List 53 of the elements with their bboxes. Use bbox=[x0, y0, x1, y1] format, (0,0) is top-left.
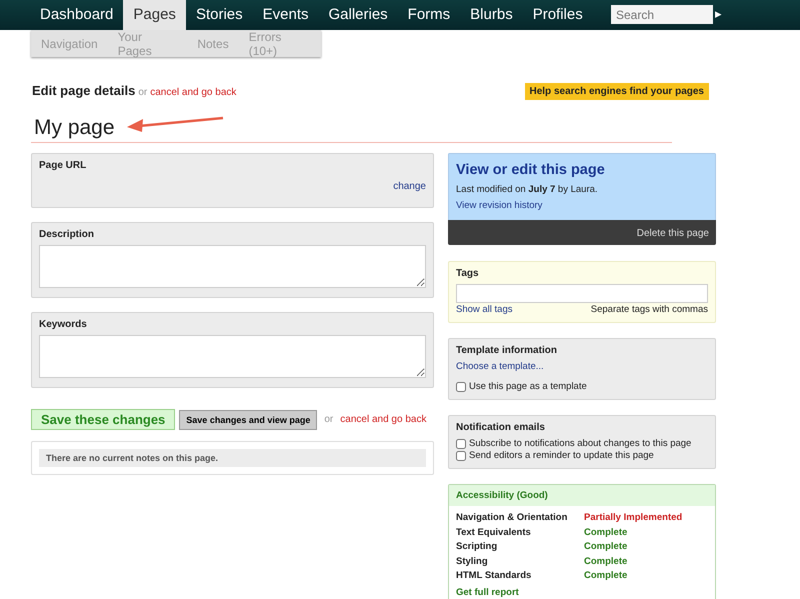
or-text: or bbox=[138, 87, 148, 98]
template-label: Template information bbox=[456, 345, 558, 356]
save-view-button[interactable]: Save changes and view page bbox=[179, 410, 318, 430]
criterion-status: Complete bbox=[584, 540, 628, 554]
criterion-status: Partially Implemented bbox=[584, 511, 682, 525]
search-go-button[interactable]: ▸ bbox=[712, 6, 725, 21]
help-button[interactable]: Help search engines find your pages bbox=[524, 82, 709, 100]
criterion-status: Complete bbox=[584, 569, 628, 583]
cancel-link[interactable]: cancel and go back bbox=[150, 87, 236, 98]
tags-field[interactable] bbox=[456, 284, 708, 303]
nav-tab[interactable]: Events bbox=[252, 0, 318, 30]
nav-tab[interactable]: Pages bbox=[123, 0, 186, 30]
checkbox-label: Use this page as a template bbox=[469, 381, 587, 392]
nav-tab[interactable]: Blurbs bbox=[460, 0, 523, 30]
view-title: View or edit this page bbox=[456, 162, 606, 178]
choose-template-link[interactable]: Choose a template... bbox=[456, 361, 708, 372]
section-heading: Edit page details bbox=[32, 83, 136, 98]
criterion-name: Styling bbox=[456, 554, 489, 568]
or-text: or bbox=[324, 414, 334, 425]
tags-hint: Separate tags with commas bbox=[590, 304, 708, 315]
criterion-status: Complete bbox=[584, 554, 628, 568]
nav-tab[interactable]: Galleries bbox=[318, 0, 398, 30]
checkbox-label: Send editors a reminder to update this page bbox=[469, 450, 654, 461]
criterion-name: Scripting bbox=[456, 540, 498, 554]
nav-tab[interactable]: Dashboard bbox=[30, 0, 124, 30]
criterion-name: Text Equivalents bbox=[456, 526, 532, 540]
search-field[interactable]: Search bbox=[611, 5, 713, 24]
show-tags-link[interactable]: Show all tags bbox=[456, 304, 513, 315]
notes-message: There are no current notes on this page. bbox=[39, 449, 426, 467]
criterion-name: HTML Standards bbox=[456, 569, 532, 583]
history-link[interactable]: View revision history bbox=[456, 200, 542, 211]
tags-label: Tags bbox=[456, 268, 480, 279]
checkbox[interactable] bbox=[456, 450, 466, 460]
criterion-status: Complete bbox=[584, 526, 628, 540]
page-title: My page bbox=[34, 116, 115, 140]
modified-text: Last modified on July 7 by Laura. bbox=[456, 184, 599, 195]
checkbox-label: Subscribe to notifications about changes to this page bbox=[469, 438, 692, 449]
nav-tab[interactable]: Forms bbox=[398, 0, 460, 30]
criterion-name: Navigation & Orientation bbox=[456, 511, 568, 525]
accessibility-title: Accessibility (Good) bbox=[449, 485, 715, 506]
field-label: Keywords bbox=[39, 319, 88, 330]
checkbox[interactable] bbox=[456, 438, 466, 448]
checkbox[interactable] bbox=[456, 382, 466, 392]
notifications-label: Notification emails bbox=[456, 422, 546, 433]
change-link[interactable]: change bbox=[393, 181, 426, 192]
cancel-link[interactable]: cancel and go back bbox=[340, 414, 426, 425]
delete-link[interactable]: Delete this page bbox=[636, 228, 709, 239]
report-link[interactable]: Get full report bbox=[456, 586, 708, 598]
field-label: Page URL bbox=[39, 160, 88, 171]
field-label: Description bbox=[39, 229, 96, 240]
nav-tab[interactable]: Profiles bbox=[522, 0, 593, 30]
nav-tab[interactable]: Stories bbox=[186, 0, 253, 30]
save-button[interactable]: Save these changes bbox=[31, 409, 176, 430]
